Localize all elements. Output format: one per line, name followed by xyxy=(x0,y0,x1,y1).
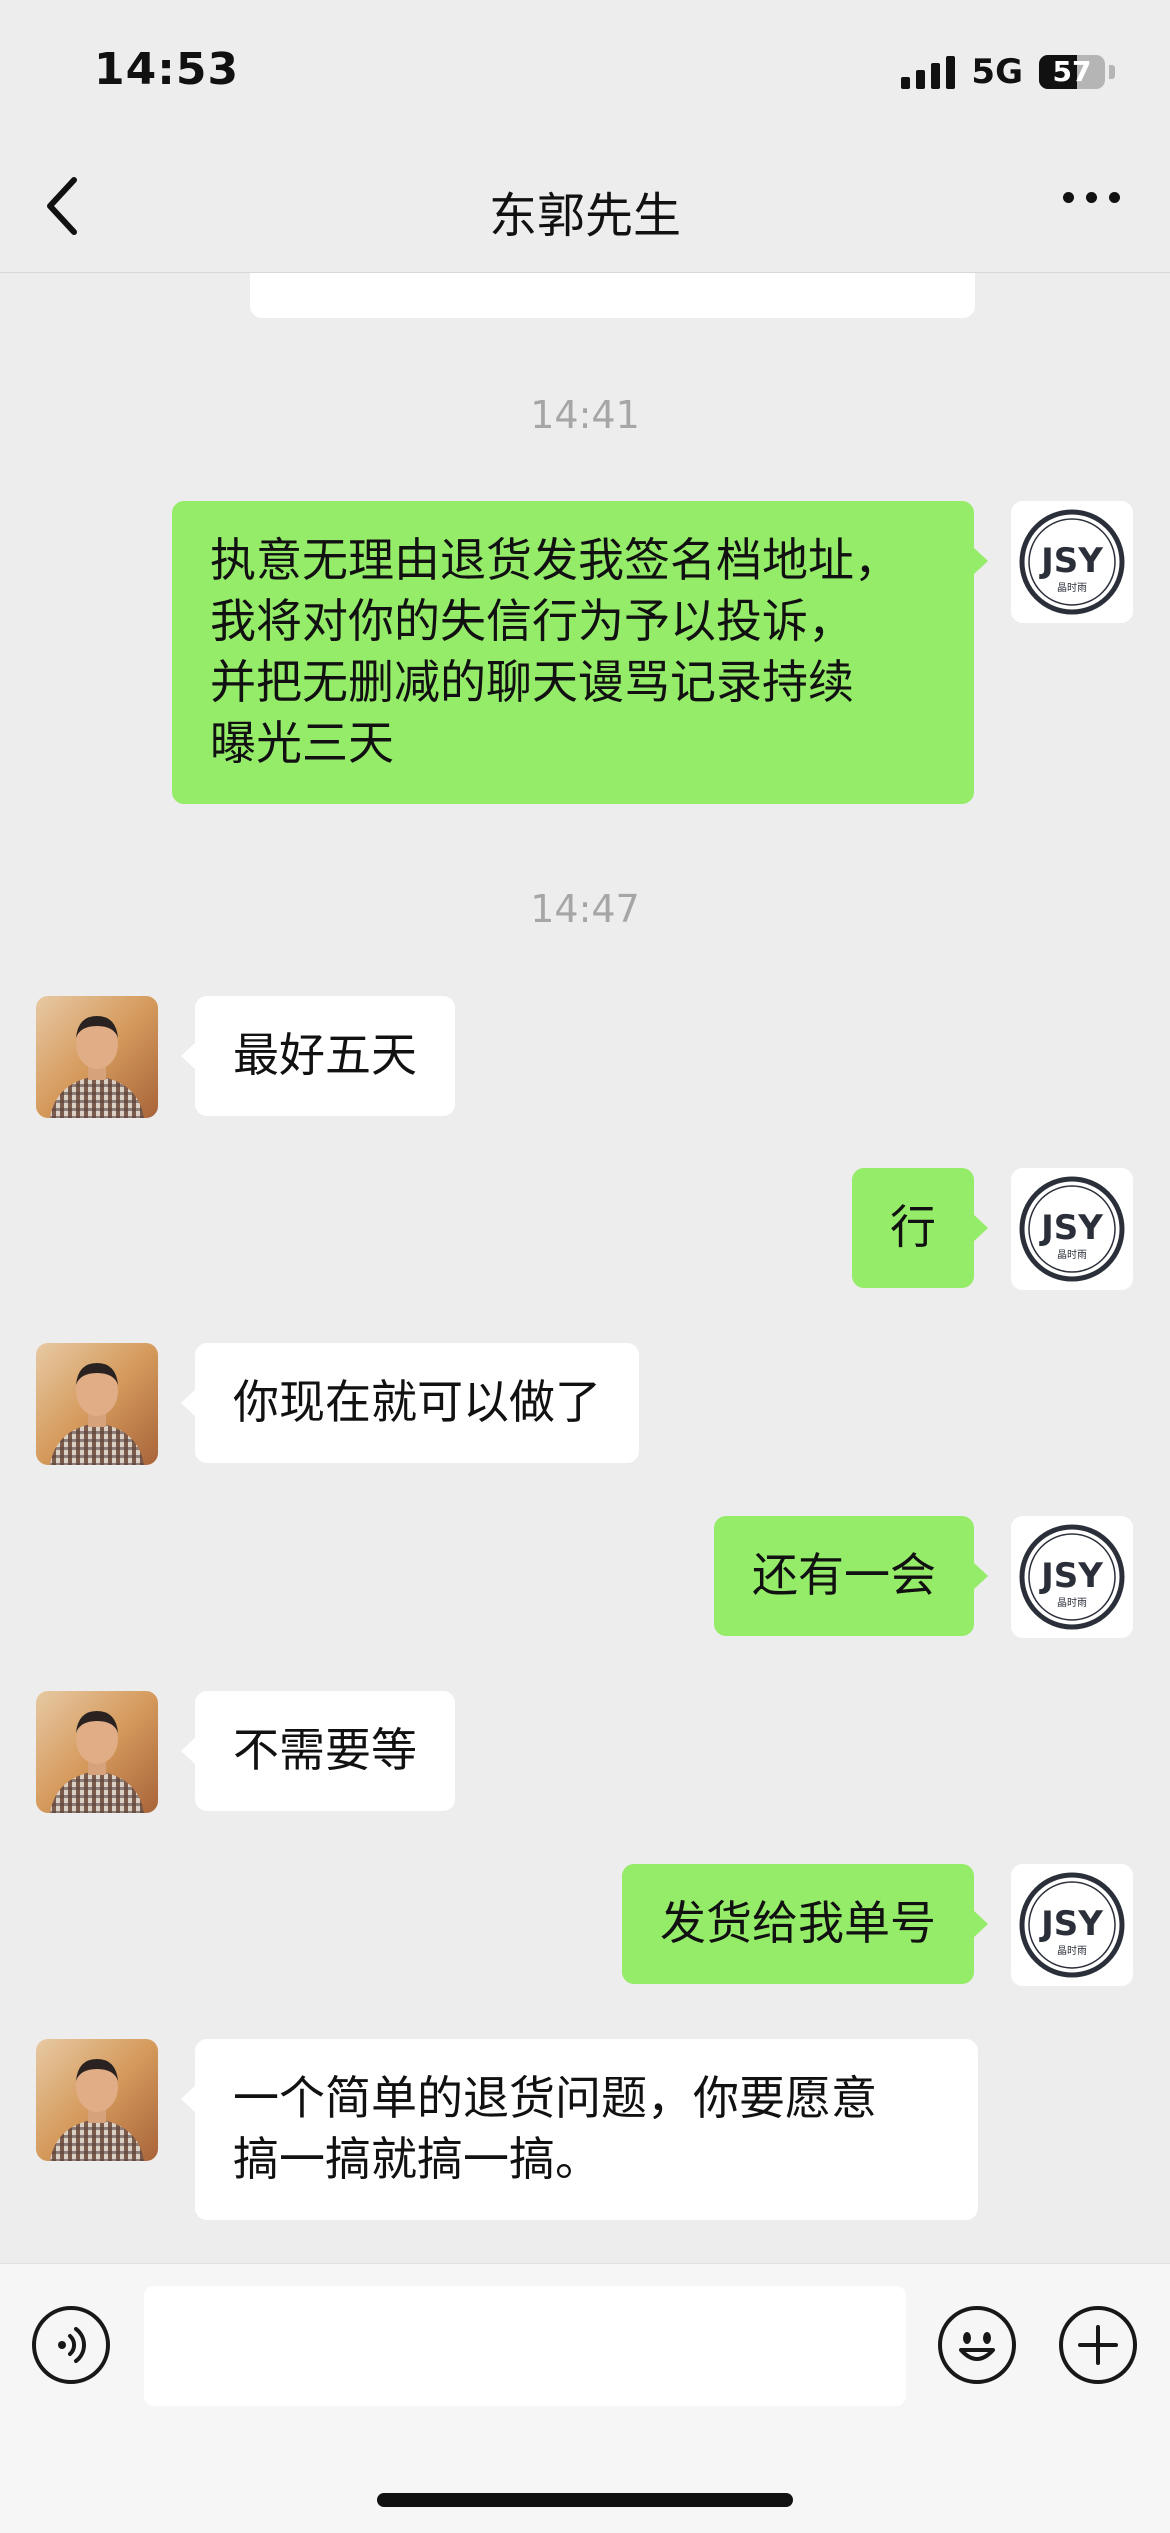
contact-avatar[interactable] xyxy=(36,1691,158,1813)
my-avatar[interactable]: JSY 晶时雨 xyxy=(1011,1516,1133,1638)
previous-message-bubble[interactable] xyxy=(250,273,975,318)
jsy-logo-icon: JSY晶时雨 xyxy=(1011,1516,1133,1638)
my-avatar[interactable]: JSY 晶时雨 xyxy=(1011,501,1133,623)
timestamp: 14:41 xyxy=(530,393,640,437)
incoming-message-bubble[interactable]: 最好五天 xyxy=(181,996,455,1116)
my-avatar[interactable]: JSY 晶时雨 xyxy=(1011,1168,1133,1290)
voice-button[interactable] xyxy=(32,2306,110,2384)
more-dot xyxy=(1109,192,1120,203)
more-dots-icon xyxy=(1063,192,1074,203)
logo-text: JSY xyxy=(1039,1556,1103,1596)
contact-photo-icon xyxy=(36,1343,158,1465)
contact-photo-icon xyxy=(36,996,158,1118)
timestamp: 14:47 xyxy=(530,887,640,931)
emoji-icon xyxy=(959,2332,995,2361)
status-bar: 14:53 5G 57 xyxy=(0,0,1170,140)
network-type: 5G xyxy=(971,52,1023,92)
status-time: 14:53 xyxy=(94,44,240,95)
incoming-message-bubble[interactable]: 你现在就可以做了 xyxy=(181,1343,639,1463)
voice-icon xyxy=(58,2327,86,2363)
battery-cap xyxy=(1109,65,1115,79)
jsy-logo-icon: JSY晶时雨 xyxy=(1011,1864,1133,1986)
logo-subtext: 晶时雨 xyxy=(1057,1249,1087,1261)
plus-icon xyxy=(1078,2325,1118,2365)
status-indicators: 5G 57 xyxy=(901,52,1115,92)
message-list[interactable]: 14:41 执意无理由退货发我签名档地址， 我将对你的失信行为予以投诉， 并把无… xyxy=(0,273,1170,2263)
plus-button[interactable] xyxy=(1059,2306,1137,2384)
contact-photo-icon xyxy=(36,1691,158,1813)
home-indicator[interactable] xyxy=(377,2493,793,2507)
incoming-message-bubble[interactable]: 一个简单的退货问题，你要愿意 搞一搞就搞一搞。 xyxy=(181,2039,978,2220)
cellular-signal-icon xyxy=(901,55,956,89)
outgoing-message-bubble[interactable]: 执意无理由退货发我签名档地址， 我将对你的失信行为予以投诉， 并把无删减的聊天谩… xyxy=(172,501,988,804)
logo-subtext: 晶时雨 xyxy=(1057,582,1087,594)
contact-avatar[interactable] xyxy=(36,2039,158,2161)
my-avatar[interactable]: JSY 晶时雨 xyxy=(1011,1864,1133,1986)
logo-text: JSY xyxy=(1039,1208,1103,1248)
nav-bar: 东郭先生 xyxy=(0,140,1170,273)
logo-text: JSY xyxy=(1039,541,1103,581)
more-dot xyxy=(1086,192,1097,203)
logo-subtext: 晶时雨 xyxy=(1057,1597,1087,1609)
emoji-button[interactable] xyxy=(938,2306,1016,2384)
chat-title: 东郭先生 xyxy=(488,188,681,244)
message-input[interactable] xyxy=(144,2286,906,2406)
more-button[interactable] xyxy=(1063,192,1120,203)
outgoing-message-bubble[interactable]: 还有一会 xyxy=(714,1516,988,1636)
battery-percent: 57 xyxy=(1052,55,1092,88)
battery-icon: 57 xyxy=(1039,55,1105,89)
jsy-logo-icon: JSY晶时雨 xyxy=(1011,501,1133,623)
outgoing-message-bubble[interactable]: 行 xyxy=(852,1168,988,1288)
contact-avatar[interactable] xyxy=(36,1343,158,1465)
contact-photo-icon xyxy=(36,2039,158,2161)
incoming-message-bubble[interactable]: 不需要等 xyxy=(181,1691,455,1811)
contact-avatar[interactable] xyxy=(36,996,158,1118)
logo-text: JSY xyxy=(1039,1904,1103,1944)
jsy-logo-icon: JSY晶时雨 xyxy=(1011,1168,1133,1290)
outgoing-message-bubble[interactable]: 发货给我单号 xyxy=(622,1864,988,1984)
logo-subtext: 晶时雨 xyxy=(1057,1945,1087,1957)
